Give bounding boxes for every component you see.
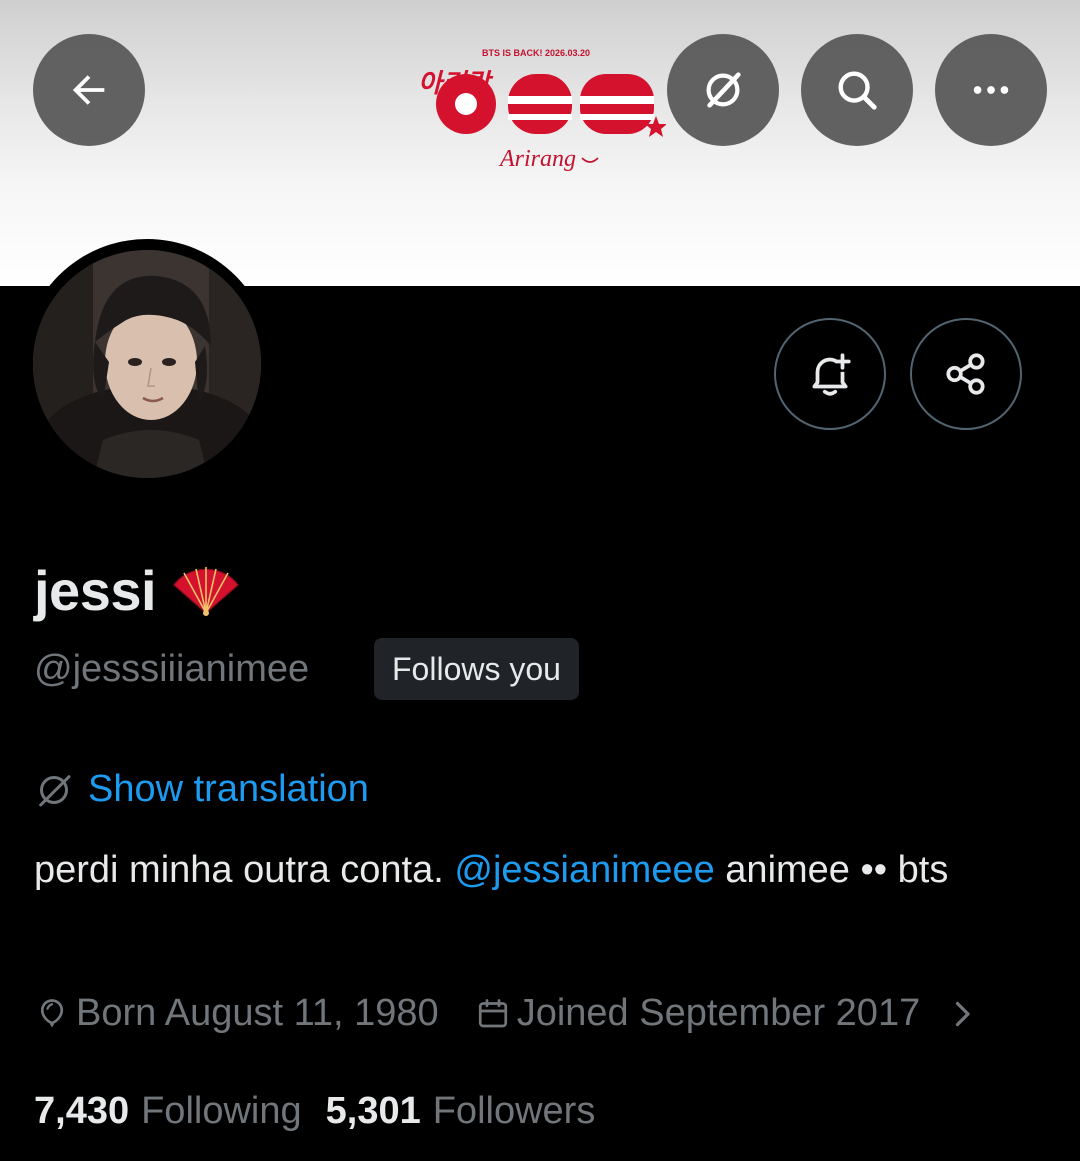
display-name: jessi bbox=[34, 559, 157, 622]
avatar-ring bbox=[22, 239, 272, 489]
banner-caption: BTS IS BACK! 2026.03.20 bbox=[482, 48, 590, 58]
banner-title: Arirang bbox=[498, 146, 576, 172]
avatar[interactable] bbox=[33, 250, 261, 478]
share-icon bbox=[946, 353, 985, 395]
share-button[interactable] bbox=[910, 318, 1022, 430]
profile-bio: perdi minha outra conta. @jessianimeee a… bbox=[34, 844, 1044, 896]
arrow-left-icon bbox=[72, 75, 105, 105]
bio-text-continued: animee •• bts bbox=[725, 849, 949, 891]
profile-meta: Born August 11, 1980 Joined September 20… bbox=[34, 992, 980, 1035]
joined-text: Joined September 2017 bbox=[516, 992, 921, 1034]
display-name-row: jessi bbox=[34, 558, 242, 623]
profile-stats: 7,430 Following 5,301 Followers bbox=[34, 1090, 595, 1133]
notify-button[interactable] bbox=[774, 318, 886, 430]
translate-icon bbox=[39, 774, 71, 806]
folding-fan-icon bbox=[173, 566, 239, 616]
following-label: Following bbox=[141, 1090, 302, 1132]
birthday-item: Born August 11, 1980 bbox=[34, 992, 439, 1035]
more-icon bbox=[973, 86, 1009, 94]
more-button[interactable] bbox=[935, 34, 1047, 146]
followers-label: Followers bbox=[432, 1090, 596, 1132]
following-count: 7,430 bbox=[34, 1090, 130, 1132]
bell-plus-icon bbox=[812, 353, 851, 396]
show-translation-link[interactable]: Show translation bbox=[88, 768, 369, 811]
back-button[interactable] bbox=[33, 34, 145, 146]
followers-stat[interactable]: 5,301 Followers bbox=[326, 1090, 596, 1133]
balloon-icon bbox=[40, 998, 64, 1027]
grok-button[interactable] bbox=[667, 34, 779, 146]
chevron-right-icon bbox=[956, 1001, 970, 1026]
joined-item[interactable]: Joined September 2017 bbox=[475, 992, 981, 1035]
user-handle: @jesssiiianimee bbox=[34, 648, 310, 690]
bio-mention-link[interactable]: @jessianimeee bbox=[454, 849, 714, 891]
calendar-icon bbox=[478, 998, 507, 1027]
bio-text: perdi minha outra conta. bbox=[34, 849, 444, 891]
birthday-text: Born August 11, 1980 bbox=[76, 992, 439, 1034]
avatar-photo bbox=[33, 250, 261, 478]
follows-you-badge: Follows you bbox=[374, 638, 579, 700]
show-translation[interactable]: Show translation bbox=[34, 768, 369, 811]
search-icon bbox=[838, 71, 877, 110]
followers-count: 5,301 bbox=[325, 1090, 421, 1132]
grok-icon bbox=[706, 72, 741, 108]
banner-artwork: BTS IS BACK! 2026.03.20 아리랑 Arirang bbox=[418, 48, 666, 172]
search-button[interactable] bbox=[801, 34, 913, 146]
following-stat[interactable]: 7,430 Following bbox=[34, 1090, 302, 1133]
